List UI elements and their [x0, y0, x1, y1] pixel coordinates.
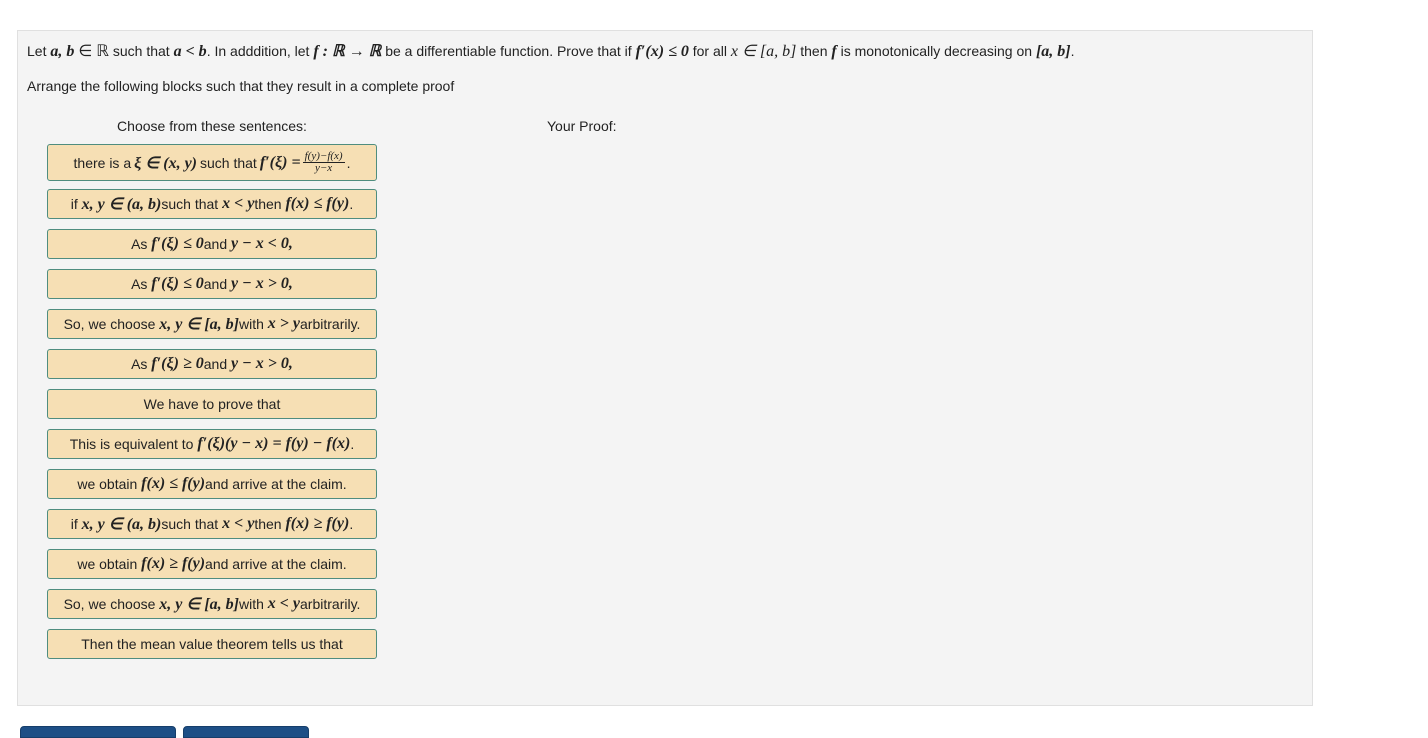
question-part: Let [27, 43, 51, 59]
block-math: x < y [222, 195, 255, 212]
block-text: As [131, 276, 148, 292]
submit-button[interactable] [20, 726, 176, 738]
proof-block[interactable]: there is a ξ ∈ (x, y) such that f′(ξ) = … [47, 144, 377, 181]
block-math: f′(ξ) ≤ 0 [151, 235, 204, 252]
block-text: and [203, 276, 228, 292]
question-part: such that [108, 43, 174, 59]
block-math: x, y ∈ [a, b] [159, 596, 239, 613]
math-interval: [a, b] [1035, 43, 1071, 60]
block-math: y − x < 0, [231, 235, 293, 252]
block-text: As [131, 236, 148, 252]
question-panel: Let a, b ∈ ℝ such that a < b. In addditi… [17, 30, 1313, 706]
block-math: f′(ξ) ≤ 0 [151, 275, 204, 292]
choices-list: there is a ξ ∈ (x, y) such that f′(ξ) = … [47, 144, 377, 669]
proof-block[interactable]: if x, y ∈ (a, b) such that x < y then f(… [47, 509, 377, 539]
block-text: and [203, 236, 228, 252]
instruction-text: Arrange the following blocks such that t… [27, 78, 455, 94]
question-part: . [1070, 43, 1075, 59]
proof-block[interactable]: We have to prove that [47, 389, 377, 419]
proof-block[interactable]: we obtain f(x) ≥ f(y) and arrive at the … [47, 549, 377, 579]
block-math: ξ ∈ (x, y) [134, 154, 197, 172]
block-math: f′(ξ) ≥ 0 [151, 355, 204, 372]
proof-block[interactable]: if x, y ∈ (a, b) such that x < y then f(… [47, 189, 377, 219]
block-text: arbitrarily. [300, 316, 361, 332]
block-math: x, y ∈ (a, b) [81, 196, 162, 213]
block-math: f(x) ≥ f(y) [285, 515, 350, 532]
proof-block[interactable]: As f′(ξ) ≥ 0 and y − x > 0, [47, 349, 377, 379]
math-ab: a, b [50, 43, 75, 60]
block-text: such that [161, 516, 219, 532]
secondary-button[interactable] [183, 726, 309, 738]
proof-header: Your Proof: [547, 118, 617, 134]
proof-block[interactable]: Then the mean value theorem tells us tha… [47, 629, 377, 659]
question-part: for all [688, 43, 731, 59]
question-part: is monotonically decreasing on [836, 43, 1036, 59]
block-text: . [349, 196, 354, 212]
block-math: x, y ∈ [a, b] [159, 316, 239, 333]
block-text: there is a [73, 154, 132, 171]
block-math: x, y ∈ (a, b) [81, 516, 162, 533]
proof-block[interactable]: This is equivalent to f′(ξ)(y − x) = f(y… [47, 429, 377, 459]
math-a-less-b: a < b [173, 43, 207, 60]
question-part: . In adddition, let [206, 43, 314, 59]
block-math: f(x) ≤ f(y) [285, 195, 350, 212]
block-math: f′(ξ) = [259, 153, 301, 171]
proof-block[interactable]: As f′(ξ) ≤ 0 and y − x < 0, [47, 229, 377, 259]
block-text: if [70, 196, 78, 212]
math-x-in-interval: x ∈ [a, b] [730, 43, 797, 60]
block-text: . [350, 436, 355, 452]
block-text: we obtain [77, 476, 138, 492]
block-math: f′(ξ)(y − x) = f(y) − f(x) [197, 435, 351, 452]
math-function-def: f : ℝ → ℝ [313, 43, 382, 60]
block-text: if [70, 516, 78, 532]
block-text: This is equivalent to [69, 436, 194, 452]
block-math: y − x > 0, [231, 355, 293, 372]
block-text: we obtain [77, 556, 138, 572]
block-text: So, we choose [63, 316, 156, 332]
block-math: x < y [267, 595, 301, 612]
block-text: and arrive at the claim. [205, 476, 347, 492]
question-part: then [796, 43, 832, 59]
block-math: x < y [222, 515, 255, 532]
block-text: then [254, 516, 282, 532]
block-math: x > y [267, 315, 301, 332]
math-derivative-condition: f′(x) ≤ 0 [635, 43, 689, 60]
block-math: f(x) ≤ f(y) [141, 475, 206, 492]
block-text: As [131, 356, 148, 372]
fraction-denominator: y−x [315, 162, 333, 174]
math-in-reals: ∈ ℝ [74, 43, 109, 60]
block-text: and arrive at the claim. [205, 556, 347, 572]
block-text: Then the mean value theorem tells us tha… [81, 636, 343, 652]
block-text: such that [161, 196, 219, 212]
block-text: So, we choose [63, 596, 156, 612]
block-math: f(x) ≥ f(y) [141, 555, 206, 572]
choices-header: Choose from these sentences: [117, 118, 307, 134]
question-text: Let a, b ∈ ℝ such that a < b. In addditi… [27, 41, 1075, 62]
proof-block[interactable]: As f′(ξ) ≤ 0 and y − x > 0, [47, 269, 377, 299]
block-text: then [254, 196, 282, 212]
block-math: y − x > 0, [231, 275, 293, 292]
block-text: and [203, 356, 228, 372]
proof-block[interactable]: So, we choose x, y ∈ [a, b] with x < y a… [47, 589, 377, 619]
block-text: We have to prove that [143, 396, 281, 412]
block-text: with [239, 596, 264, 612]
question-part: be a differentiable function. Prove that… [381, 43, 636, 59]
block-text: . [346, 154, 351, 171]
proof-drop-area[interactable] [547, 144, 1287, 684]
block-text: arbitrarily. [300, 596, 361, 612]
block-text: such that [200, 154, 257, 171]
proof-block[interactable]: we obtain f(x) ≤ f(y) and arrive at the … [47, 469, 377, 499]
block-text: with [239, 316, 264, 332]
proof-block[interactable]: So, we choose x, y ∈ [a, b] with x > y a… [47, 309, 377, 339]
block-text: . [349, 516, 354, 532]
fraction: f(y)−f(x) y−x [302, 151, 345, 174]
